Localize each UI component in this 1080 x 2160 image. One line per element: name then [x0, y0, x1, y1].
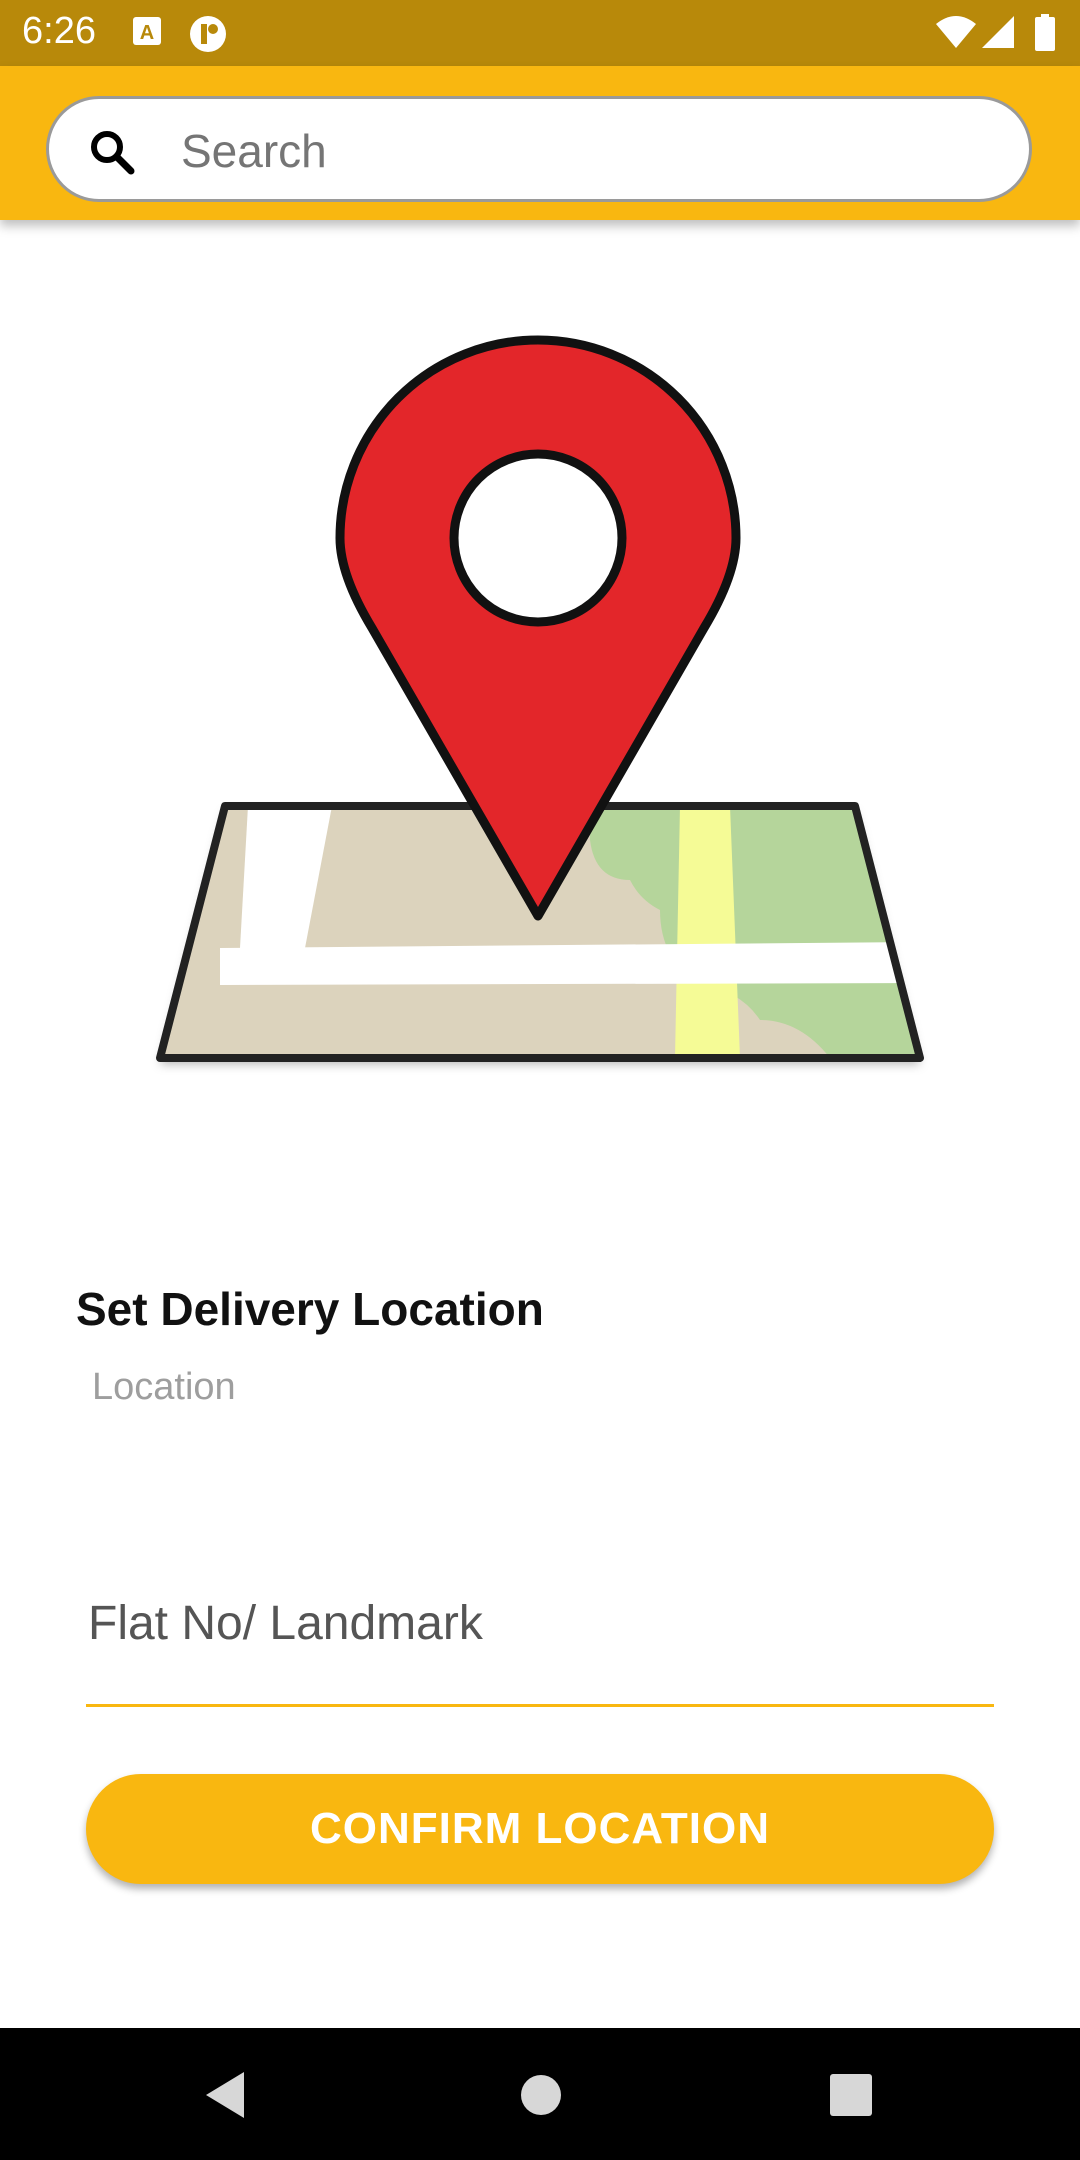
location-text: Location — [92, 1366, 236, 1408]
battery-icon — [1034, 14, 1056, 57]
confirm-location-button[interactable]: CONFIRM LOCATION — [86, 1774, 994, 1884]
status-time: 6:26 — [22, 10, 96, 52]
set-delivery-location-title: Set Delivery Location — [76, 1283, 544, 1335]
navigation-bar — [0, 2028, 1080, 2160]
search-icon[interactable] — [89, 129, 135, 180]
map-location-pin-illustration — [140, 320, 940, 1085]
a-keyboard-icon: A — [132, 14, 162, 53]
recents-icon[interactable] — [826, 2068, 876, 2127]
search-input[interactable] — [179, 117, 1003, 185]
notification-app-icon — [188, 14, 228, 59]
landmark-field[interactable] — [86, 1570, 994, 1707]
app-bar — [0, 66, 1080, 220]
landmark-input[interactable] — [86, 1582, 990, 1664]
status-bar: 6:26 A — [0, 0, 1080, 66]
back-icon[interactable] — [200, 2068, 250, 2127]
signal-icon — [980, 14, 1016, 55]
search-box[interactable] — [46, 96, 1032, 202]
svg-text:A: A — [140, 22, 154, 44]
home-icon[interactable] — [516, 2068, 566, 2127]
wifi-icon — [934, 14, 978, 55]
